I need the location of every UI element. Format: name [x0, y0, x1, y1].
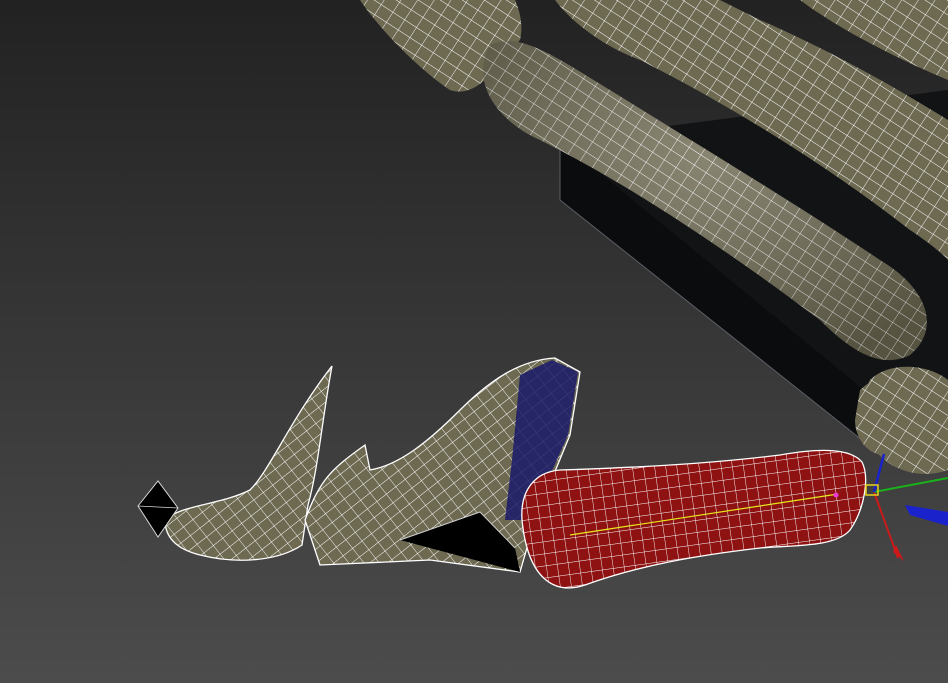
perspective-viewport[interactable] — [0, 0, 948, 683]
viewport-scene[interactable] — [0, 0, 948, 683]
